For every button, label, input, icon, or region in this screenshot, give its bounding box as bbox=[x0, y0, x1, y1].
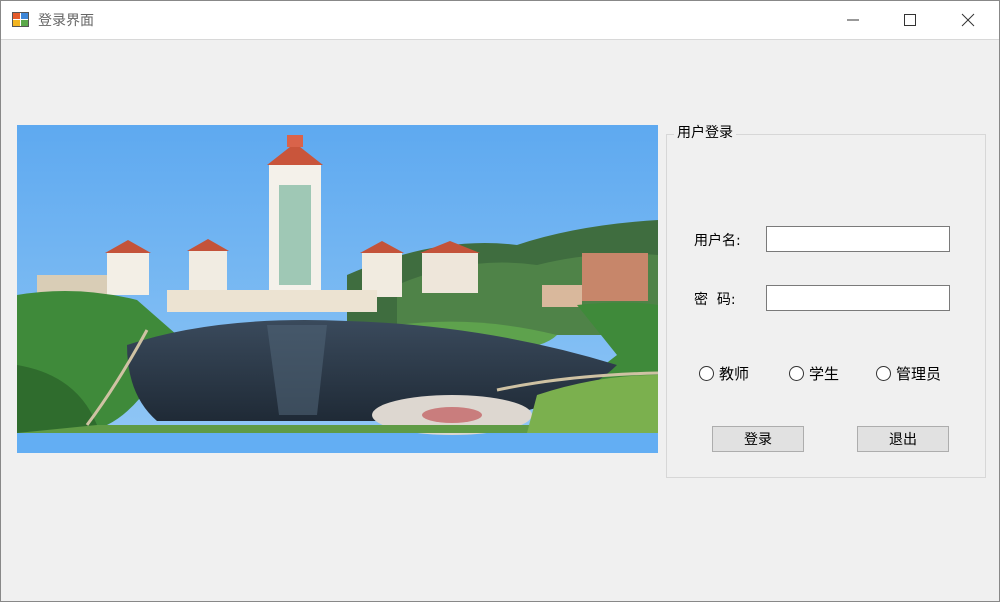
password-label: 密 码: bbox=[694, 292, 736, 308]
campus-photo bbox=[17, 125, 658, 453]
radio-circle[interactable] bbox=[699, 365, 714, 381]
maximize-button[interactable] bbox=[887, 1, 933, 39]
username-input[interactable] bbox=[766, 226, 950, 252]
exit-button[interactable]: 退出 bbox=[857, 426, 949, 452]
minimize-icon bbox=[847, 19, 859, 21]
maximize-icon bbox=[904, 14, 916, 26]
role-radio-teacher[interactable]: 教师 bbox=[699, 363, 749, 383]
username-label: 用户名: bbox=[694, 233, 741, 249]
role-radio-student[interactable]: 学生 bbox=[789, 363, 839, 383]
role-label: 管理员 bbox=[896, 364, 942, 383]
radio-circle[interactable] bbox=[789, 365, 804, 381]
close-button[interactable] bbox=[945, 1, 991, 39]
title-bar[interactable]: 登录界面 bbox=[1, 1, 999, 40]
login-group-title: 用户登录 bbox=[674, 122, 736, 142]
window-title: 登录界面 bbox=[38, 13, 94, 29]
app-icon bbox=[12, 12, 29, 27]
password-input[interactable] bbox=[766, 285, 950, 311]
login-window: 登录界面 用户登录 用户名: 密 码: 教师 学生 管理员 登录 退出 bbox=[0, 0, 1000, 602]
close-icon bbox=[961, 13, 975, 27]
role-label: 学生 bbox=[809, 364, 840, 383]
role-label: 教师 bbox=[719, 364, 750, 383]
campus-illustration bbox=[17, 125, 658, 435]
minimize-button[interactable] bbox=[830, 1, 876, 39]
role-radio-admin[interactable]: 管理员 bbox=[876, 363, 941, 383]
radio-circle[interactable] bbox=[876, 365, 891, 381]
login-button[interactable]: 登录 bbox=[712, 426, 804, 452]
